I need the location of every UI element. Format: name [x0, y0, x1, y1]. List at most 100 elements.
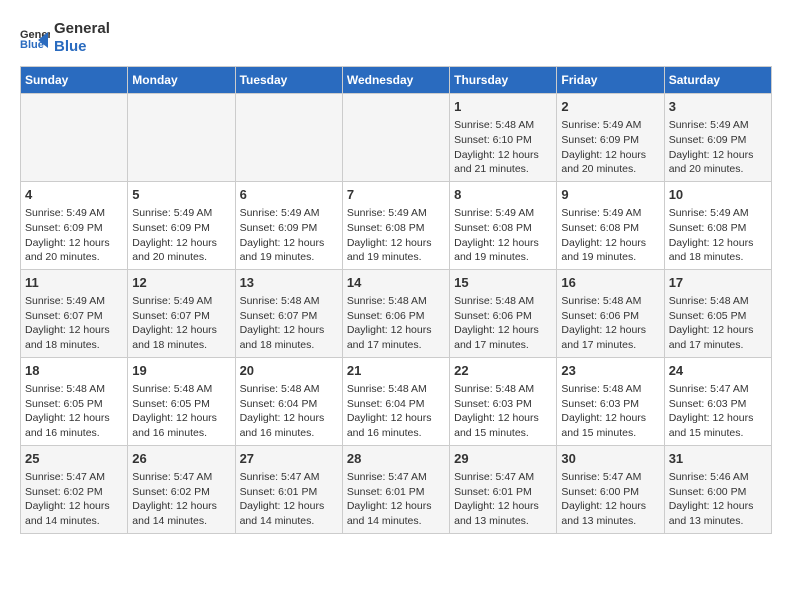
day-info: Sunrise: 5:48 AM Sunset: 6:06 PM Dayligh… [561, 294, 659, 353]
day-info: Sunrise: 5:48 AM Sunset: 6:10 PM Dayligh… [454, 118, 552, 177]
day-number: 3 [669, 98, 767, 116]
day-number: 15 [454, 274, 552, 292]
day-number: 26 [132, 450, 230, 468]
day-number: 31 [669, 450, 767, 468]
day-number: 2 [561, 98, 659, 116]
calendar-cell: 22 Sunrise: 5:48 AM Sunset: 6:03 PM Dayli… [450, 357, 557, 445]
day-number: 16 [561, 274, 659, 292]
calendar-table: SundayMondayTuesdayWednesdayThursdayFrid… [20, 66, 772, 534]
day-number: 28 [347, 450, 445, 468]
day-number: 27 [240, 450, 338, 468]
day-info: Sunrise: 5:49 AM Sunset: 6:09 PM Dayligh… [25, 206, 123, 265]
calendar-cell: 21 Sunrise: 5:48 AM Sunset: 6:04 PM Dayli… [342, 357, 449, 445]
day-header-thursday: Thursday [450, 67, 557, 94]
day-number: 21 [347, 362, 445, 380]
day-info: Sunrise: 5:46 AM Sunset: 6:00 PM Dayligh… [669, 470, 767, 529]
day-number: 7 [347, 186, 445, 204]
day-info: Sunrise: 5:48 AM Sunset: 6:06 PM Dayligh… [347, 294, 445, 353]
day-number: 11 [25, 274, 123, 292]
calendar-cell: 19 Sunrise: 5:48 AM Sunset: 6:05 PM Dayli… [128, 357, 235, 445]
day-info: Sunrise: 5:49 AM Sunset: 6:09 PM Dayligh… [561, 118, 659, 177]
day-info: Sunrise: 5:47 AM Sunset: 6:01 PM Dayligh… [454, 470, 552, 529]
day-info: Sunrise: 5:47 AM Sunset: 6:00 PM Dayligh… [561, 470, 659, 529]
calendar-cell: 20Sunrise: 5:48 AM Sunset: 6:04 PM Dayli… [235, 357, 342, 445]
day-header-friday: Friday [557, 67, 664, 94]
day-info: Sunrise: 5:48 AM Sunset: 6:03 PM Dayligh… [454, 382, 552, 441]
calendar-cell: 11 Sunrise: 5:49 AM Sunset: 6:07 PM Dayli… [21, 269, 128, 357]
day-info: Sunrise: 5:49 AM Sunset: 6:07 PM Dayligh… [25, 294, 123, 353]
logo: General Blue GeneralBlue [20, 20, 110, 56]
day-number: 18 [25, 362, 123, 380]
calendar-week-row: 1Sunrise: 5:48 AM Sunset: 6:10 PM Daylig… [21, 94, 772, 182]
day-number: 22 [454, 362, 552, 380]
calendar-cell: 28 Sunrise: 5:47 AM Sunset: 6:01 PM Dayli… [342, 445, 449, 533]
day-number: 29 [454, 450, 552, 468]
calendar-cell [342, 94, 449, 182]
day-info: Sunrise: 5:49 AM Sunset: 6:08 PM Dayligh… [454, 206, 552, 265]
day-number: 8 [454, 186, 552, 204]
calendar-cell: 16 Sunrise: 5:48 AM Sunset: 6:06 PM Dayli… [557, 269, 664, 357]
day-number: 4 [25, 186, 123, 204]
day-info: Sunrise: 5:47 AM Sunset: 6:01 PM Dayligh… [240, 470, 338, 529]
calendar-cell: 15Sunrise: 5:48 AM Sunset: 6:06 PM Dayli… [450, 269, 557, 357]
calendar-cell: 2 Sunrise: 5:49 AM Sunset: 6:09 PM Daylig… [557, 94, 664, 182]
calendar-cell: 9Sunrise: 5:49 AM Sunset: 6:08 PM Daylig… [557, 181, 664, 269]
calendar-cell [235, 94, 342, 182]
day-number: 30 [561, 450, 659, 468]
day-info: Sunrise: 5:48 AM Sunset: 6:07 PM Dayligh… [240, 294, 338, 353]
day-info: Sunrise: 5:47 AM Sunset: 6:03 PM Dayligh… [669, 382, 767, 441]
svg-text:Blue: Blue [20, 39, 44, 50]
calendar-cell: 8 Sunrise: 5:49 AM Sunset: 6:08 PM Daylig… [450, 181, 557, 269]
day-number: 6 [240, 186, 338, 204]
calendar-week-row: 11 Sunrise: 5:49 AM Sunset: 6:07 PM Dayli… [21, 269, 772, 357]
calendar-cell: 4 Sunrise: 5:49 AM Sunset: 6:09 PM Daylig… [21, 181, 128, 269]
calendar-cell: 5 Sunrise: 5:49 AM Sunset: 6:09 PM Daylig… [128, 181, 235, 269]
day-number: 20 [240, 362, 338, 380]
day-info: Sunrise: 5:49 AM Sunset: 6:09 PM Dayligh… [240, 206, 338, 265]
day-info: Sunrise: 5:49 AM Sunset: 6:08 PM Dayligh… [347, 206, 445, 265]
day-info: Sunrise: 5:48 AM Sunset: 6:05 PM Dayligh… [669, 294, 767, 353]
calendar-cell [21, 94, 128, 182]
logo-general: GeneralBlue [54, 20, 110, 56]
calendar-cell: 18 Sunrise: 5:48 AM Sunset: 6:05 PM Dayli… [21, 357, 128, 445]
day-number: 17 [669, 274, 767, 292]
day-header-saturday: Saturday [664, 67, 771, 94]
day-number: 19 [132, 362, 230, 380]
calendar-week-row: 25Sunrise: 5:47 AM Sunset: 6:02 PM Dayli… [21, 445, 772, 533]
calendar-cell: 31 Sunrise: 5:46 AM Sunset: 6:00 PM Dayli… [664, 445, 771, 533]
day-number: 12 [132, 274, 230, 292]
day-info: Sunrise: 5:47 AM Sunset: 6:02 PM Dayligh… [25, 470, 123, 529]
calendar-cell: 1Sunrise: 5:48 AM Sunset: 6:10 PM Daylig… [450, 94, 557, 182]
calendar-cell: 7 Sunrise: 5:49 AM Sunset: 6:08 PM Daylig… [342, 181, 449, 269]
day-info: Sunrise: 5:49 AM Sunset: 6:09 PM Dayligh… [669, 118, 767, 177]
day-number: 13 [240, 274, 338, 292]
day-info: Sunrise: 5:47 AM Sunset: 6:01 PM Dayligh… [347, 470, 445, 529]
calendar-cell: 12 Sunrise: 5:49 AM Sunset: 6:07 PM Dayli… [128, 269, 235, 357]
calendar-cell: 3 Sunrise: 5:49 AM Sunset: 6:09 PM Daylig… [664, 94, 771, 182]
calendar-cell: 10Sunrise: 5:49 AM Sunset: 6:08 PM Dayli… [664, 181, 771, 269]
calendar-cell: 27 Sunrise: 5:47 AM Sunset: 6:01 PM Dayli… [235, 445, 342, 533]
calendar-cell [128, 94, 235, 182]
calendar-cell: 6 Sunrise: 5:49 AM Sunset: 6:09 PM Daylig… [235, 181, 342, 269]
day-info: Sunrise: 5:48 AM Sunset: 6:03 PM Dayligh… [561, 382, 659, 441]
logo-icon: General Blue [20, 26, 50, 50]
day-header-tuesday: Tuesday [235, 67, 342, 94]
calendar-cell: 17 Sunrise: 5:48 AM Sunset: 6:05 PM Dayli… [664, 269, 771, 357]
day-header-sunday: Sunday [21, 67, 128, 94]
calendar-cell: 29 Sunrise: 5:47 AM Sunset: 6:01 PM Dayli… [450, 445, 557, 533]
day-info: Sunrise: 5:48 AM Sunset: 6:04 PM Dayligh… [347, 382, 445, 441]
header: General Blue GeneralBlue [20, 20, 772, 56]
calendar-week-row: 18 Sunrise: 5:48 AM Sunset: 6:05 PM Dayli… [21, 357, 772, 445]
day-info: Sunrise: 5:49 AM Sunset: 6:09 PM Dayligh… [132, 206, 230, 265]
day-info: Sunrise: 5:49 AM Sunset: 6:07 PM Dayligh… [132, 294, 230, 353]
day-number: 9 [561, 186, 659, 204]
calendar-cell: 14Sunrise: 5:48 AM Sunset: 6:06 PM Dayli… [342, 269, 449, 357]
day-info: Sunrise: 5:48 AM Sunset: 6:05 PM Dayligh… [132, 382, 230, 441]
day-info: Sunrise: 5:47 AM Sunset: 6:02 PM Dayligh… [132, 470, 230, 529]
day-number: 23 [561, 362, 659, 380]
day-number: 5 [132, 186, 230, 204]
calendar-cell: 24Sunrise: 5:47 AM Sunset: 6:03 PM Dayli… [664, 357, 771, 445]
calendar-header-row: SundayMondayTuesdayWednesdayThursdayFrid… [21, 67, 772, 94]
day-info: Sunrise: 5:48 AM Sunset: 6:05 PM Dayligh… [25, 382, 123, 441]
day-header-monday: Monday [128, 67, 235, 94]
